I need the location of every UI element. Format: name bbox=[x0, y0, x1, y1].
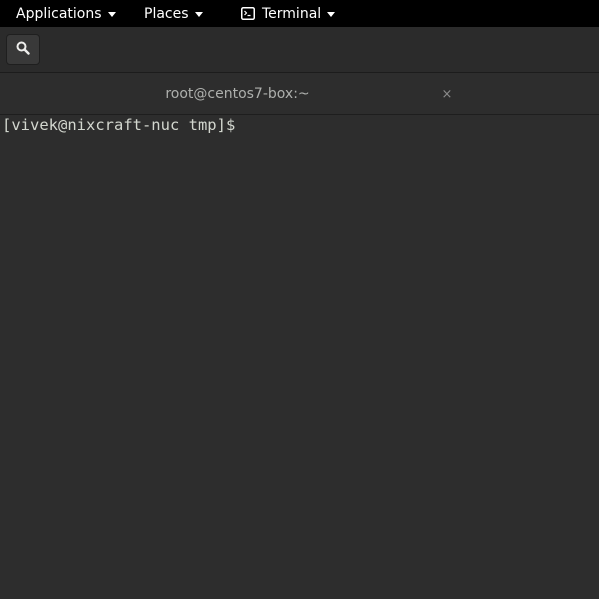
terminal-output[interactable]: [vivek@nixcraft-nuc tmp]$ bbox=[0, 115, 599, 599]
close-icon[interactable]: × bbox=[439, 86, 455, 102]
terminal-app-menu[interactable]: Terminal bbox=[241, 0, 336, 27]
header-bar bbox=[0, 27, 599, 73]
applications-menu[interactable]: Applications bbox=[16, 0, 116, 27]
prompt-text: [vivek@nixcraft-nuc tmp]$ bbox=[2, 116, 245, 134]
text-cursor bbox=[245, 116, 254, 133]
terminal-app-menu-label: Terminal bbox=[262, 5, 322, 22]
tab-bar: root@centos7-box:~ × bbox=[0, 73, 599, 115]
places-menu[interactable]: Places bbox=[144, 0, 203, 27]
shell-prompt: [vivek@nixcraft-nuc tmp]$ bbox=[2, 116, 254, 134]
chevron-down-icon bbox=[327, 11, 336, 17]
tab-root-centos7-box[interactable]: root@centos7-box:~ × bbox=[0, 73, 475, 114]
tab-title: root@centos7-box:~ bbox=[165, 85, 310, 102]
search-icon bbox=[16, 40, 30, 59]
chevron-down-icon bbox=[107, 11, 116, 17]
places-menu-label: Places bbox=[144, 5, 189, 22]
terminal-icon bbox=[241, 7, 255, 20]
search-button[interactable] bbox=[6, 34, 40, 65]
applications-menu-label: Applications bbox=[16, 5, 102, 22]
chevron-down-icon bbox=[194, 11, 203, 17]
top-panel: Applications Places Terminal bbox=[0, 0, 599, 27]
